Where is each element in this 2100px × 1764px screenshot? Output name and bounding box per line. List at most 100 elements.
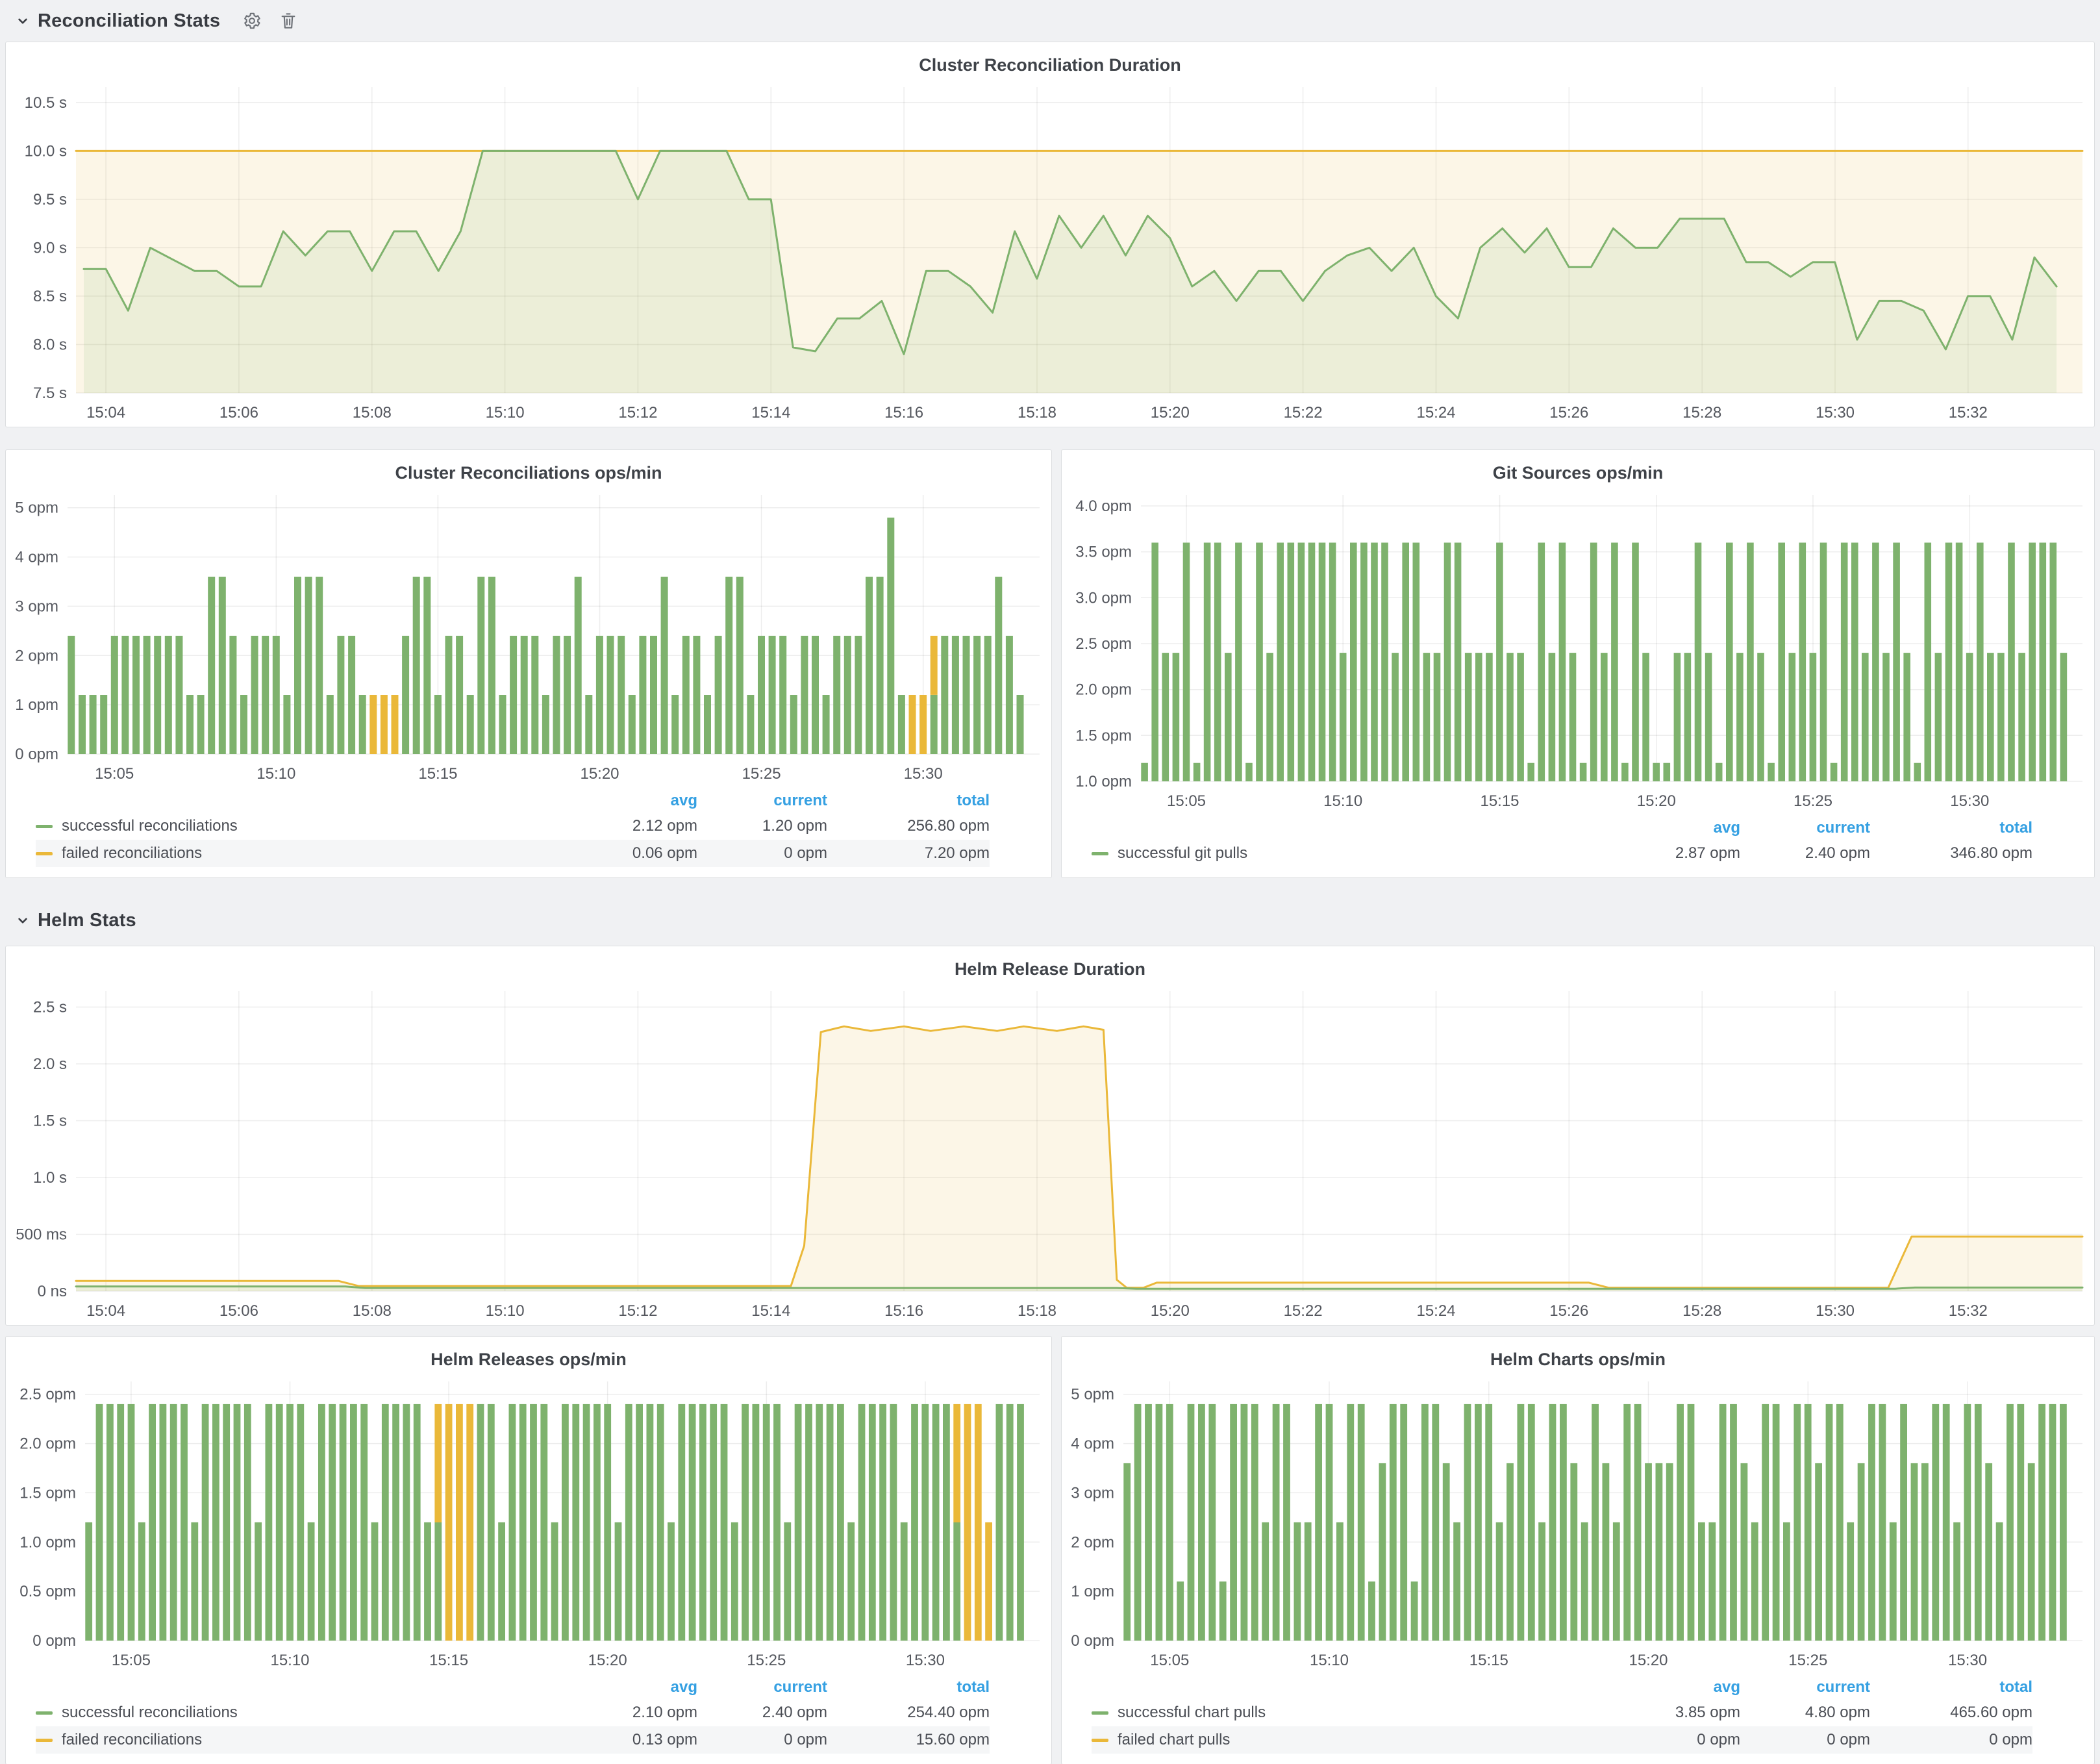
series-toggle[interactable]: failed reconciliations (36, 844, 574, 863)
panel-cluster-reconciliation-duration: Cluster Reconciliation Duration 15:0415:… (5, 42, 2095, 427)
legend-col-total[interactable]: total (1870, 1678, 2032, 1696)
svg-text:10.5 s: 10.5 s (25, 94, 67, 112)
svg-text:15:04: 15:04 (86, 1302, 125, 1320)
svg-text:15:20: 15:20 (1629, 1652, 1668, 1669)
panel-cluster-reconciliations-opm: Cluster Reconciliations ops/min 15:05 15:… (5, 449, 1052, 878)
helm-releases-opm-chart[interactable]: 15:0515:1015:1515:2015:2515:300 opm0.5 o… (6, 1372, 1051, 1674)
svg-text:0 ns: 0 ns (38, 1283, 67, 1300)
gear-icon[interactable] (242, 11, 262, 31)
legend-header-row: avg current total (1092, 816, 2032, 840)
svg-text:2.0 opm: 2.0 opm (19, 1435, 76, 1453)
svg-text:5 opm: 5 opm (1071, 1386, 1114, 1404)
svg-text:2 opm: 2 opm (15, 647, 58, 664)
series-toggle[interactable]: successful reconciliations (36, 817, 574, 835)
svg-text:15:20: 15:20 (1151, 1302, 1190, 1320)
legend-col-total[interactable]: total (827, 792, 990, 810)
svg-text:15:30: 15:30 (1948, 1652, 1987, 1669)
svg-text:15:14: 15:14 (751, 404, 790, 422)
helm-release-duration-chart[interactable]: 15:0415:0615:0815:1015:1215:1415:1615:18… (6, 982, 2094, 1325)
svg-text:15:26: 15:26 (1549, 1302, 1588, 1320)
svg-text:15:25: 15:25 (742, 765, 781, 783)
legend: avg current total successful reconciliat… (6, 788, 1051, 877)
svg-text:9.5 s: 9.5 s (33, 191, 67, 208)
legend-col-avg[interactable]: avg (574, 792, 697, 810)
svg-text:1 opm: 1 opm (1071, 1583, 1114, 1600)
svg-text:15:12: 15:12 (618, 1302, 657, 1320)
svg-text:15:06: 15:06 (219, 1302, 258, 1320)
legend-col-current[interactable]: current (1740, 819, 1870, 837)
chart-svg: 15:0515:1015:1515:2015:2515:300 opm1 opm… (6, 486, 1051, 788)
legend-col-avg[interactable]: avg (1617, 819, 1740, 837)
svg-text:15:16: 15:16 (884, 404, 923, 422)
section-title: Reconciliation Stats (38, 10, 220, 32)
svg-text:15:28: 15:28 (1682, 404, 1721, 422)
panel-title[interactable]: Helm Charts ops/min (1062, 1337, 2094, 1372)
legend-col-avg[interactable]: avg (1617, 1678, 1740, 1696)
series-toggle[interactable]: successful reconciliations (36, 1704, 574, 1722)
section-title: Helm Stats (38, 910, 136, 931)
svg-text:0 opm: 0 opm (15, 746, 58, 763)
series-color-dash (36, 852, 53, 855)
chart-svg: 15:0415:0615:0815:1015:1215:1415:1615:18… (6, 982, 2094, 1325)
series-toggle[interactable]: successful git pulls (1092, 844, 1617, 863)
helm-charts-opm-chart[interactable]: 15:0515:1015:1515:2015:2515:300 opm1 opm… (1062, 1372, 2094, 1674)
svg-text:4.0 opm: 4.0 opm (1075, 498, 1132, 515)
panel-title[interactable]: Helm Releases ops/min (6, 1337, 1051, 1372)
svg-text:15:24: 15:24 (1416, 404, 1455, 422)
section-helm-stats[interactable]: Helm Stats (5, 903, 2095, 938)
legend-col-current[interactable]: current (1740, 1678, 1870, 1696)
series-toggle[interactable]: failed chart pulls (1092, 1731, 1617, 1749)
svg-text:15:08: 15:08 (353, 404, 392, 422)
svg-text:2.5 opm: 2.5 opm (19, 1386, 76, 1404)
svg-text:15:05: 15:05 (95, 765, 134, 783)
svg-text:8.5 s: 8.5 s (33, 288, 67, 305)
legend-current-value: 4.80 opm (1740, 1704, 1870, 1722)
legend-row: failed reconciliations 0.06 opm 0 opm 7.… (36, 840, 990, 867)
panel-title[interactable]: Cluster Reconciliations ops/min (6, 450, 1051, 486)
legend-avg-value: 2.10 opm (574, 1704, 697, 1722)
svg-text:15:30: 15:30 (1950, 792, 1989, 810)
series-color-dash (36, 825, 53, 828)
series-toggle[interactable]: successful chart pulls (1092, 1704, 1617, 1722)
cluster-reconciliation-duration-chart[interactable]: 15:0415:0615:0815:1015:1215:1415:1615:18… (6, 78, 2094, 427)
legend-current-value: 0 opm (697, 1731, 827, 1749)
legend-col-current[interactable]: current (697, 792, 827, 810)
legend-row: failed reconciliations 0.13 opm 0 opm 15… (36, 1726, 990, 1754)
panel-git-sources-opm: Git Sources ops/min 15:0515:1015:1515:20… (1061, 449, 2095, 878)
series-color-dash (36, 1739, 53, 1742)
legend-current-value: 0 opm (1740, 1731, 1870, 1749)
svg-text:15:15: 15:15 (1480, 792, 1519, 810)
svg-text:15:12: 15:12 (618, 404, 657, 422)
series-toggle[interactable]: failed reconciliations (36, 1731, 574, 1749)
svg-text:1 opm: 1 opm (15, 696, 58, 714)
legend-col-total[interactable]: total (1870, 819, 2032, 837)
panel-title[interactable]: Git Sources ops/min (1062, 450, 2094, 486)
legend-col-avg[interactable]: avg (574, 1678, 697, 1696)
legend-avg-value: 2.87 opm (1617, 844, 1740, 863)
panel-helm-releases-opm: Helm Releases ops/min 15:0515:1015:1515:… (5, 1336, 1052, 1764)
chevron-down-icon (14, 12, 31, 29)
trash-icon[interactable] (279, 11, 298, 31)
legend-row: failed chart pulls 0 opm 0 opm 0 opm (1092, 1726, 2032, 1754)
svg-text:15:20: 15:20 (580, 765, 619, 783)
svg-text:9.0 s: 9.0 s (33, 239, 67, 257)
cluster-reconciliations-opm-chart[interactable]: 15:0515:1015:1515:2015:2515:300 opm1 opm… (6, 486, 1051, 788)
git-sources-opm-chart[interactable]: 15:0515:1015:1515:2015:2515:301.0 opm1.5… (1062, 486, 2094, 815)
panel-helm-release-duration: Helm Release Duration 15:0415:0615:0815:… (5, 946, 2095, 1326)
series-color-dash (1092, 1711, 1108, 1715)
panel-title[interactable]: Cluster Reconciliation Duration (6, 42, 2094, 78)
legend-avg-value: 0.13 opm (574, 1731, 697, 1749)
series-color-dash (36, 1711, 53, 1715)
legend-col-total[interactable]: total (827, 1678, 990, 1696)
section-reconciliation-stats[interactable]: Reconciliation Stats (5, 0, 2095, 42)
chart-svg: 15:0415:0615:0815:1015:1215:1415:1615:18… (6, 78, 2094, 427)
panel-title[interactable]: Helm Release Duration (6, 946, 2094, 982)
svg-text:15:14: 15:14 (751, 1302, 790, 1320)
svg-text:1.5 opm: 1.5 opm (19, 1484, 76, 1502)
legend-col-current[interactable]: current (697, 1678, 827, 1696)
legend-total-value: 0 opm (1870, 1731, 2032, 1749)
svg-text:15:25: 15:25 (1788, 1652, 1827, 1669)
svg-text:500 ms: 500 ms (16, 1226, 67, 1244)
svg-text:15:20: 15:20 (1151, 404, 1190, 422)
svg-text:15:10: 15:10 (486, 404, 525, 422)
